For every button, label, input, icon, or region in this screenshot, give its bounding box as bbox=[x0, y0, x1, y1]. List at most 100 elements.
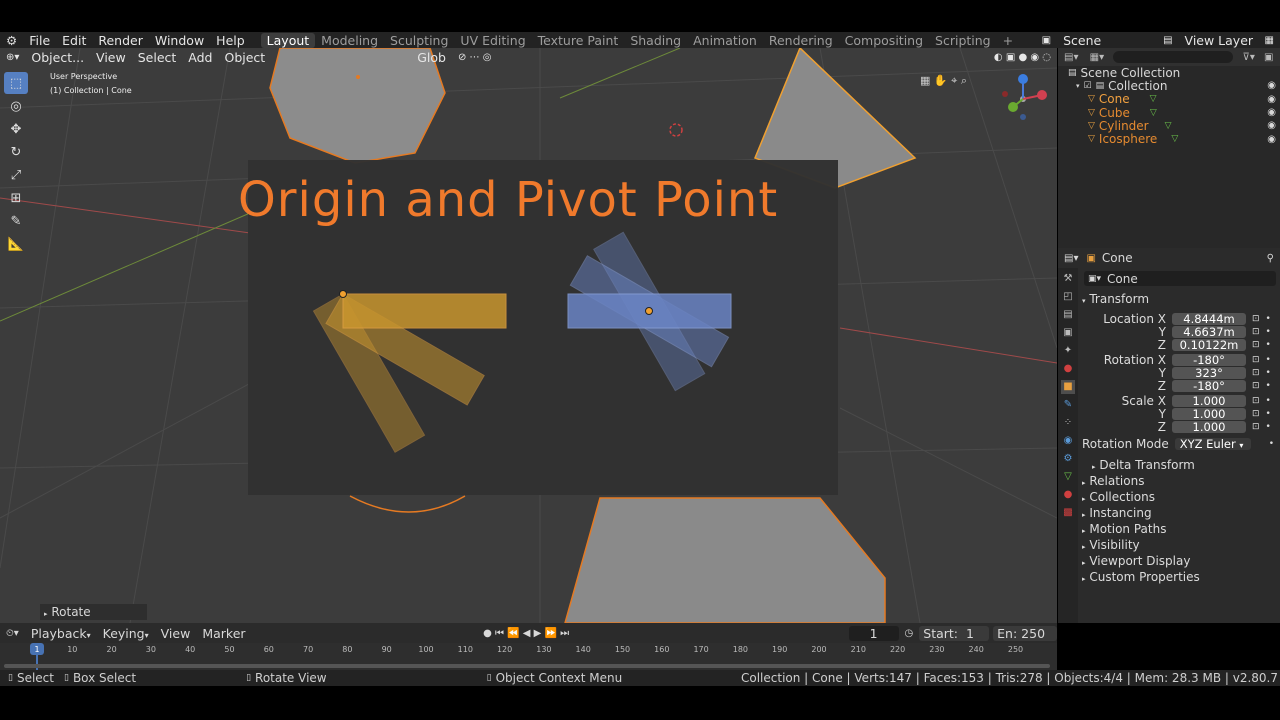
pan-icon[interactable]: ✋ bbox=[934, 74, 948, 87]
lock-icon[interactable]: ⊡ bbox=[1252, 355, 1260, 365]
tab-scripting[interactable]: Scripting bbox=[929, 33, 997, 48]
select-tool-icon[interactable]: ⬚ bbox=[4, 72, 28, 94]
display-mode-icon[interactable]: ▦▾ bbox=[1090, 52, 1104, 63]
rotation-z-field[interactable]: -180° bbox=[1172, 380, 1246, 392]
keyframe-dot-icon[interactable]: • bbox=[1266, 409, 1271, 419]
move-tool-icon[interactable]: ✥ bbox=[4, 118, 28, 140]
scale-tool-icon[interactable]: ⤢ bbox=[4, 164, 28, 186]
cylinder-object[interactable] bbox=[564, 497, 886, 623]
scale-x-field[interactable]: 1.000 bbox=[1172, 395, 1246, 407]
panel-viewport-display[interactable]: ▸ Viewport Display bbox=[1082, 554, 1278, 570]
gizmo-z-icon[interactable] bbox=[1018, 74, 1028, 84]
snap-icon[interactable]: ⊘ ⋯ ◎ bbox=[452, 52, 497, 63]
panel-collections[interactable]: ▸ Collections bbox=[1082, 490, 1278, 506]
lock-icon[interactable]: ⊡ bbox=[1252, 409, 1260, 419]
texture-tab-icon[interactable]: ▩ bbox=[1061, 506, 1075, 520]
outliner-item-cylinder[interactable]: ▽ Cylinder ▽ ◉ bbox=[1068, 119, 1276, 133]
tab-compositing[interactable]: Compositing bbox=[839, 33, 929, 48]
shading-modes-icon[interactable]: ◐ ▣ ● ◉ ◌ bbox=[988, 52, 1057, 63]
properties-editor-icon[interactable]: ▤▾ bbox=[1064, 253, 1078, 264]
particles-tab-icon[interactable]: ⁘ bbox=[1061, 416, 1075, 430]
keyframe-dot-icon[interactable]: • bbox=[1266, 368, 1271, 378]
add-workspace-icon[interactable]: + bbox=[997, 33, 1019, 48]
timeline-editor-icon[interactable]: ⏲▾ bbox=[0, 628, 25, 639]
timeline-menu-keying[interactable]: Keying▾ bbox=[97, 626, 155, 641]
tool-tab-icon[interactable]: ⚒ bbox=[1061, 272, 1075, 286]
cursor-tool-icon[interactable]: ◎ bbox=[4, 95, 28, 117]
rotation-y-field[interactable]: 323° bbox=[1172, 367, 1246, 379]
menu-edit[interactable]: Edit bbox=[56, 33, 92, 48]
3d-cursor[interactable] bbox=[669, 123, 683, 137]
editor-type-icon[interactable]: ⊕▾ bbox=[0, 52, 25, 63]
keyframe-dot-icon[interactable]: • bbox=[1266, 422, 1271, 432]
menu-render[interactable]: Render bbox=[92, 33, 149, 48]
scene-tab-icon[interactable]: ✦ bbox=[1061, 344, 1075, 358]
timeline-menu-marker[interactable]: Marker bbox=[196, 626, 251, 641]
viewport-menu-add[interactable]: Add bbox=[182, 50, 218, 65]
location-y-field[interactable]: 4.6637m bbox=[1172, 326, 1246, 338]
modifier-tab-icon[interactable]: ✎ bbox=[1061, 398, 1075, 412]
timeline-menu-playback[interactable]: Playback▾ bbox=[25, 626, 97, 641]
outliner-collection[interactable]: ▾ ☑ ▤ Collection ◉ bbox=[1068, 79, 1276, 93]
tab-animation[interactable]: Animation bbox=[687, 33, 763, 48]
outliner-search-input[interactable] bbox=[1113, 51, 1234, 63]
data-tab-icon[interactable]: ▽ bbox=[1061, 470, 1075, 484]
world-tab-icon[interactable]: ● bbox=[1061, 362, 1075, 376]
end-frame-field[interactable]: En: 250 bbox=[993, 625, 1058, 641]
outliner-scene-collection[interactable]: ▤ Scene Collection bbox=[1068, 66, 1276, 80]
location-x-field[interactable]: 4.8444m bbox=[1172, 313, 1246, 325]
blender-logo-icon[interactable]: ⚙ bbox=[0, 33, 23, 48]
material-tab-icon[interactable]: ● bbox=[1061, 488, 1075, 502]
collection-checkbox[interactable]: ☑ bbox=[1084, 81, 1092, 91]
physics-tab-icon[interactable]: ◉ bbox=[1061, 434, 1075, 448]
menu-help[interactable]: Help bbox=[210, 33, 251, 48]
visibility-eye-icon[interactable]: ◉ bbox=[1267, 120, 1276, 131]
lock-icon[interactable]: ⊡ bbox=[1252, 314, 1260, 324]
scene-name[interactable]: Scene bbox=[1057, 33, 1157, 48]
transform-orientation[interactable]: Glob bbox=[411, 50, 452, 65]
tab-shading[interactable]: Shading bbox=[624, 33, 687, 48]
keyframe-dot-icon[interactable]: • bbox=[1266, 327, 1271, 337]
viewport-menu-select[interactable]: Select bbox=[132, 50, 183, 65]
keyframe-dot-icon[interactable]: • bbox=[1266, 355, 1271, 365]
gizmo-x-icon[interactable] bbox=[1037, 90, 1047, 100]
transform-tool-icon[interactable]: ⊞ bbox=[4, 187, 28, 209]
visibility-eye-icon[interactable]: ◉ bbox=[1267, 94, 1276, 105]
delta-transform-header[interactable]: ▸ Delta Transform bbox=[1092, 458, 1195, 472]
viewport-menu-view[interactable]: View bbox=[90, 50, 132, 65]
lock-icon[interactable]: ⊡ bbox=[1252, 368, 1260, 378]
panel-relations[interactable]: ▸ Relations bbox=[1082, 474, 1278, 490]
render-tab-icon[interactable]: ◰ bbox=[1061, 290, 1075, 304]
viewport-menu-object[interactable]: Object bbox=[218, 50, 271, 65]
camera-view-icon[interactable]: ▦ bbox=[920, 74, 930, 87]
last-operator-panel[interactable]: ▸ Rotate bbox=[40, 604, 147, 620]
menu-window[interactable]: Window bbox=[149, 33, 210, 48]
view-layer-tab-icon[interactable]: ▣ bbox=[1061, 326, 1075, 340]
constraints-tab-icon[interactable]: ⚙ bbox=[1061, 452, 1075, 466]
zoom-icon[interactable]: ⌕ bbox=[961, 74, 967, 87]
output-tab-icon[interactable]: ▤ bbox=[1061, 308, 1075, 322]
rotation-mode-select[interactable]: XYZ Euler ▾ bbox=[1174, 438, 1251, 450]
current-frame-field[interactable]: 1 bbox=[848, 625, 899, 641]
outliner-item-icosphere[interactable]: ▽ Icosphere ▽ ◉ bbox=[1068, 132, 1276, 146]
object-name-field[interactable]: ▣▾ Cone bbox=[1084, 271, 1276, 286]
tab-uv-editing[interactable]: UV Editing bbox=[454, 33, 531, 48]
object-tab-icon[interactable]: ■ bbox=[1061, 380, 1075, 394]
keyframe-dot-icon[interactable]: • bbox=[1269, 439, 1274, 449]
timeline-menu-view[interactable]: View bbox=[155, 626, 197, 641]
tab-layout[interactable]: Layout bbox=[260, 32, 316, 48]
keyframe-dot-icon[interactable]: • bbox=[1266, 340, 1271, 350]
new-collection-icon[interactable]: ▣ bbox=[1264, 52, 1273, 63]
lock-icon[interactable]: ⊡ bbox=[1252, 340, 1260, 350]
visibility-eye-icon[interactable]: ◉ bbox=[1267, 107, 1276, 118]
filter-icon[interactable]: ⊽▾ bbox=[1243, 52, 1255, 63]
outliner-item-cube[interactable]: ▽ Cube ▽ ◉ bbox=[1068, 106, 1276, 120]
visibility-eye-icon[interactable]: ◉ bbox=[1267, 134, 1276, 145]
outliner-item-cone[interactable]: ▽ Cone ▽ ◉ bbox=[1068, 92, 1276, 106]
tab-texture-paint[interactable]: Texture Paint bbox=[532, 33, 625, 48]
panel-motion-paths[interactable]: ▸ Motion Paths bbox=[1082, 522, 1278, 538]
tab-sculpting[interactable]: Sculpting bbox=[384, 33, 454, 48]
lock-icon[interactable]: ⊡ bbox=[1252, 422, 1260, 432]
rotate-tool-icon[interactable]: ↻ bbox=[4, 141, 28, 163]
location-z-field[interactable]: 0.10122m bbox=[1172, 339, 1246, 351]
